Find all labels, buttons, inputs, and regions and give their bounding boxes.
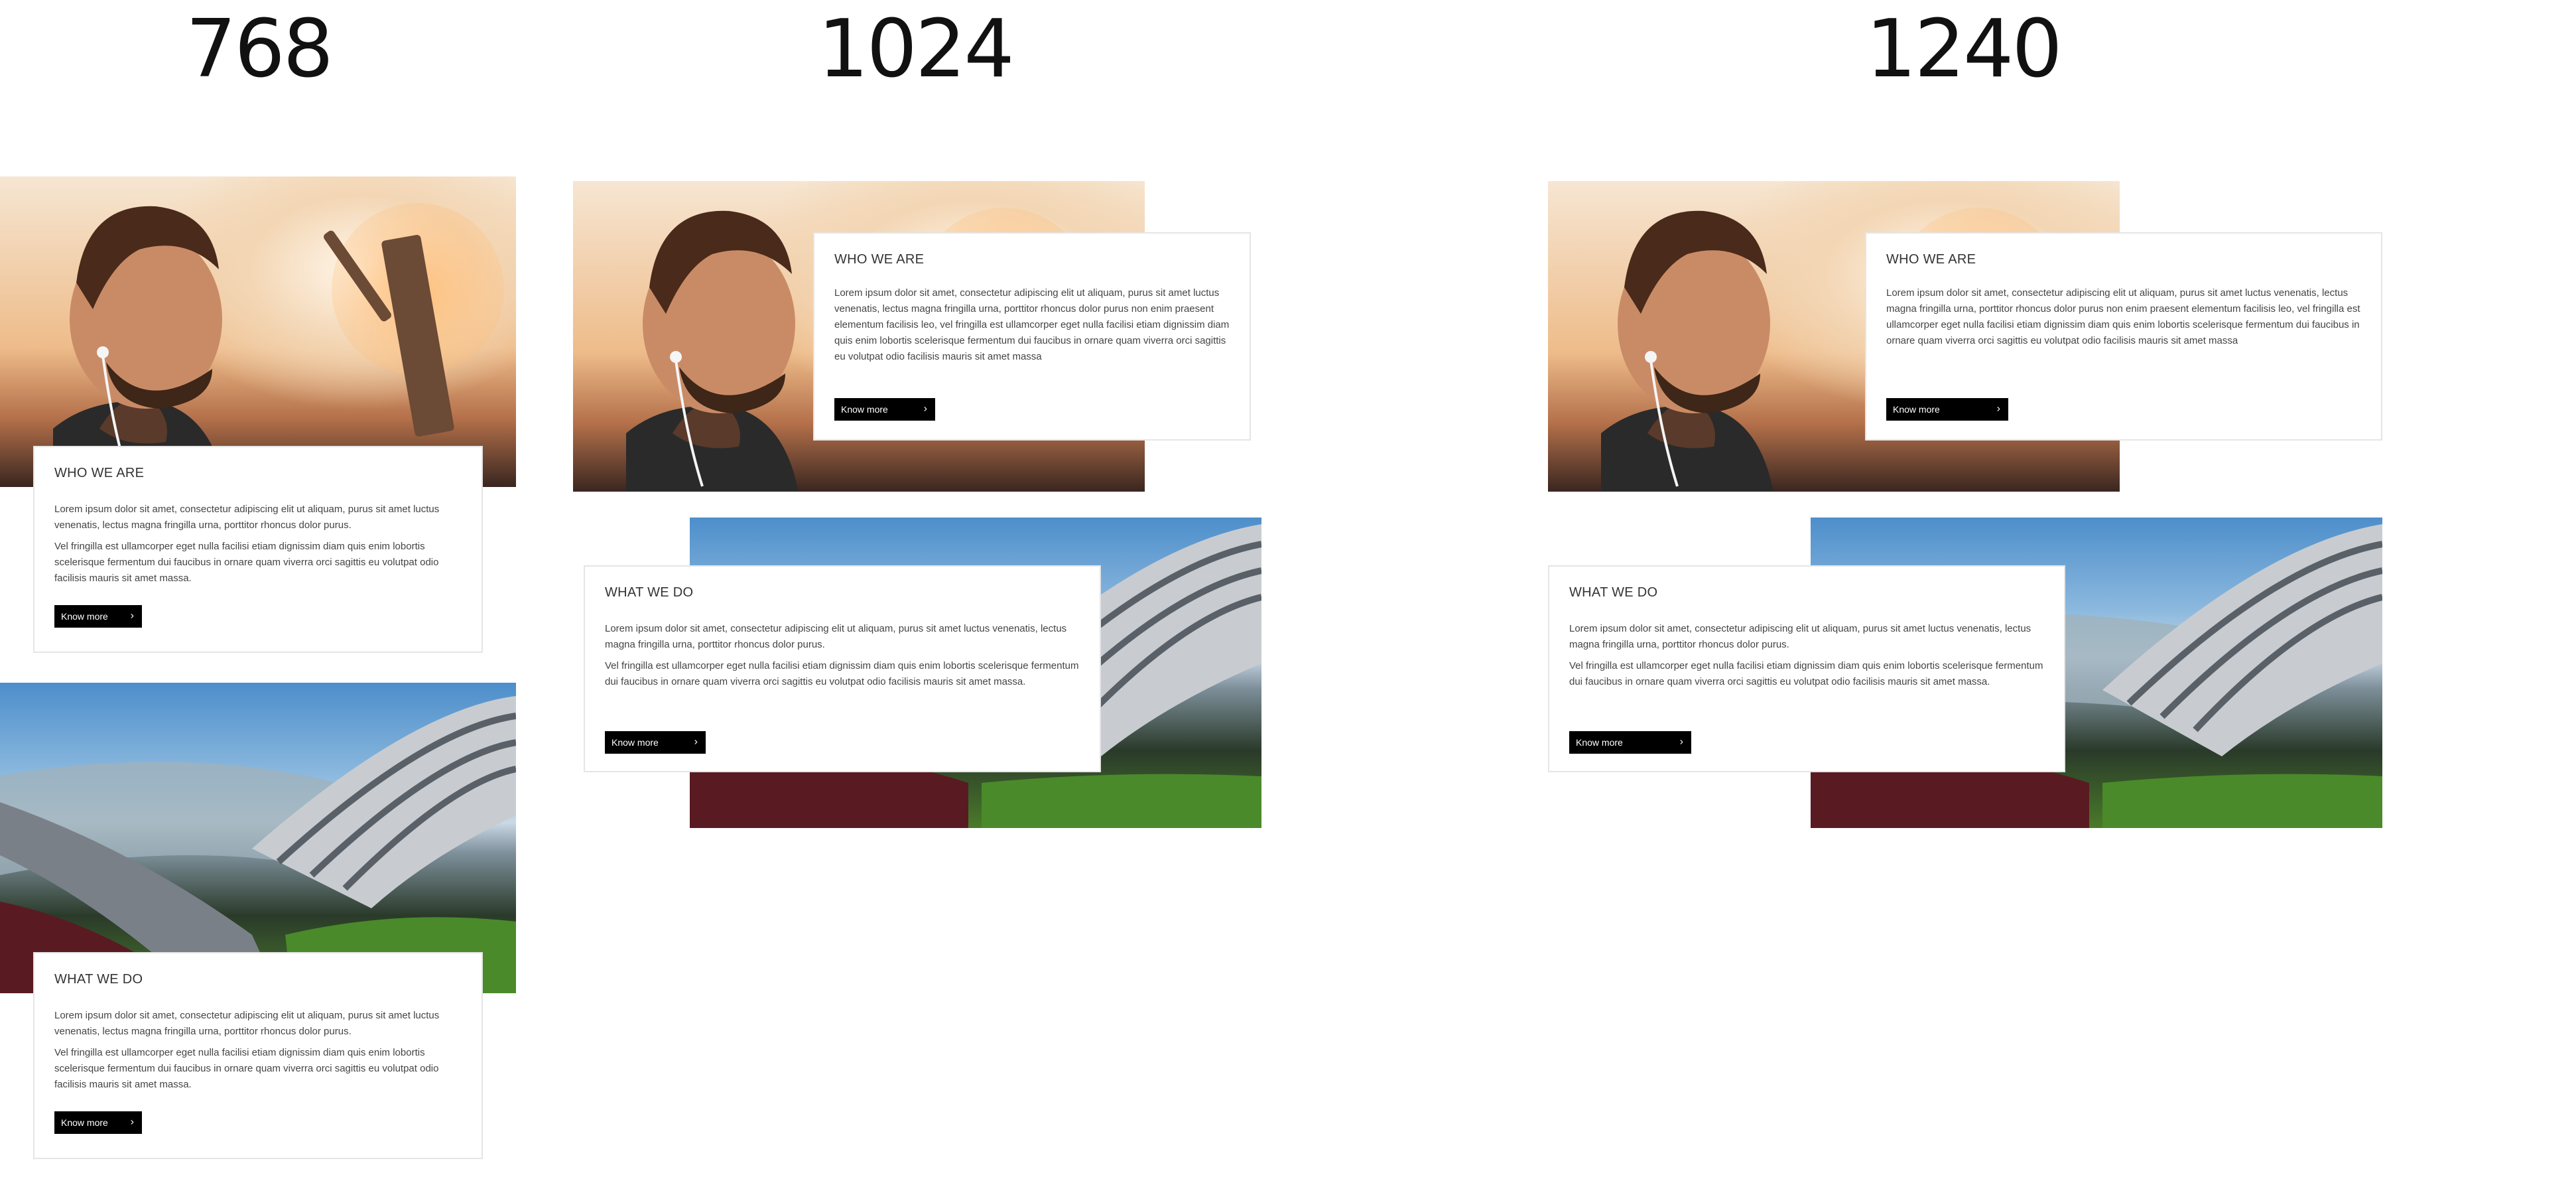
- know-more-button[interactable]: Know more ›: [1569, 731, 1691, 754]
- section-paragraph: Lorem ipsum dolor sit amet, consectetur …: [1886, 287, 2360, 346]
- know-more-button[interactable]: Know more ›: [54, 1111, 142, 1134]
- chevron-right-icon: ›: [130, 1116, 134, 1128]
- section-heading: WHAT WE DO: [54, 972, 143, 987]
- section-paragraph: Vel fringilla est ullamcorper eget nulla…: [605, 660, 1079, 687]
- section-paragraph: Vel fringilla est ullamcorper eget nulla…: [54, 1047, 439, 1090]
- button-label: Know more: [1576, 737, 1623, 748]
- section-paragraph: Vel fringilla est ullamcorper eget nulla…: [1569, 660, 2043, 687]
- section-paragraph: Lorem ipsum dolor sit amet, consectetur …: [605, 623, 1067, 650]
- chevron-right-icon: ›: [694, 736, 698, 748]
- breakpoint-label-1240: 1240: [1866, 3, 2062, 96]
- button-label: Know more: [1893, 404, 1940, 415]
- section-heading: WHO WE ARE: [1886, 252, 1976, 267]
- section-paragraph: Vel fringilla est ullamcorper eget nulla…: [54, 541, 439, 584]
- building-image-768: [0, 683, 516, 993]
- chevron-right-icon: ›: [923, 403, 927, 415]
- know-more-button[interactable]: Know more ›: [1886, 398, 2008, 421]
- section-heading: WHO WE ARE: [54, 466, 145, 480]
- button-label: Know more: [841, 404, 888, 415]
- what-we-do-card-768: WHAT WE DO Lorem ipsum dolor sit amet, c…: [33, 952, 483, 1159]
- section-heading: WHAT WE DO: [605, 585, 694, 600]
- breakpoint-label-1024: 1024: [818, 3, 1014, 96]
- button-label: Know more: [61, 611, 108, 622]
- section-heading: WHO WE ARE: [834, 252, 925, 267]
- what-we-do-card-1240: WHAT WE DO Lorem ipsum dolor sit amet, c…: [1548, 565, 2065, 772]
- chevron-right-icon: ›: [1996, 403, 2000, 415]
- know-more-button[interactable]: Know more ›: [834, 398, 935, 421]
- chevron-right-icon: ›: [1679, 736, 1683, 748]
- know-more-button[interactable]: Know more ›: [605, 731, 706, 754]
- who-we-are-card-1024: WHO WE ARE Lorem ipsum dolor sit amet, c…: [813, 232, 1251, 441]
- what-we-do-card-1024: WHAT WE DO Lorem ipsum dolor sit amet, c…: [584, 565, 1101, 772]
- section-paragraph: Lorem ipsum dolor sit amet, consectetur …: [1569, 623, 2031, 650]
- button-label: Know more: [61, 1117, 108, 1128]
- portrait-image-768: [0, 176, 516, 487]
- breakpoint-label-768: 768: [185, 3, 334, 96]
- who-we-are-card-768: WHO WE ARE Lorem ipsum dolor sit amet, c…: [33, 446, 483, 653]
- section-paragraph: Lorem ipsum dolor sit amet, consectetur …: [54, 504, 440, 531]
- button-label: Know more: [612, 737, 659, 748]
- who-we-are-card-1240: WHO WE ARE Lorem ipsum dolor sit amet, c…: [1865, 232, 2382, 441]
- section-paragraph: Lorem ipsum dolor sit amet, consectetur …: [54, 1010, 440, 1037]
- section-heading: WHAT WE DO: [1569, 585, 1658, 600]
- chevron-right-icon: ›: [130, 610, 134, 622]
- section-paragraph: Lorem ipsum dolor sit amet, consectetur …: [834, 287, 1230, 362]
- know-more-button[interactable]: Know more ›: [54, 605, 142, 628]
